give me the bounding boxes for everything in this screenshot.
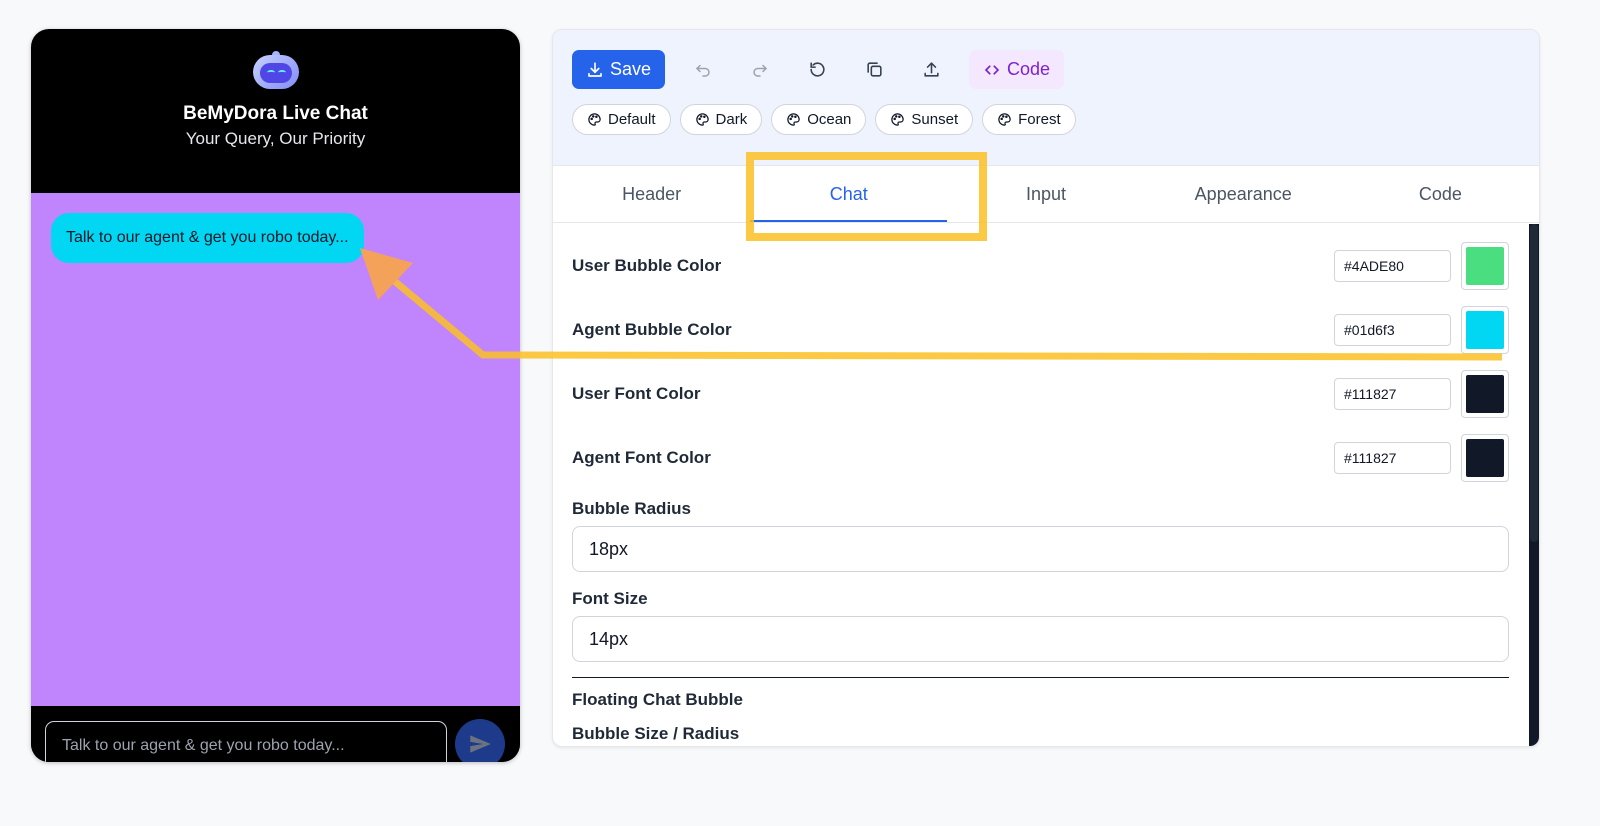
agent-font-color-picker[interactable]	[1461, 434, 1509, 482]
theme-forest-button[interactable]: Forest	[982, 104, 1076, 135]
agent-font-color-input[interactable]	[1334, 442, 1451, 474]
theme-label: Ocean	[807, 111, 852, 128]
theme-label: Sunset	[911, 111, 959, 128]
tab-code[interactable]: Code	[1342, 166, 1539, 222]
chat-subtitle: Your Query, Our Priority	[185, 129, 366, 148]
agent-bubble-color-input[interactable]	[1334, 314, 1451, 346]
robot-icon	[250, 51, 302, 91]
chat-footer	[31, 706, 520, 762]
palette-icon	[787, 113, 800, 126]
user-font-color-picker[interactable]	[1461, 370, 1509, 418]
chat-settings-form: User Bubble Color Agent Bubble Color Use…	[553, 224, 1539, 746]
save-button[interactable]: Save	[572, 50, 666, 89]
palette-icon	[998, 113, 1011, 126]
user-font-color-input[interactable]	[1334, 378, 1451, 410]
redo-icon	[753, 64, 768, 77]
user-bubble-color-row: User Bubble Color	[572, 242, 1509, 290]
settings-panel: Save Code Default Dark Ocean Sunset Fore…	[552, 29, 1540, 747]
settings-scrollbar[interactable]	[1529, 224, 1539, 746]
bubble-size-label: Bubble Size / Radius	[572, 724, 740, 743]
theme-presets: Default Dark Ocean Sunset Forest	[572, 104, 1076, 135]
agent-font-color-label: Agent Font Color	[572, 448, 711, 467]
agent-bubble-color-row: Agent Bubble Color	[572, 306, 1509, 354]
chat-preview-widget: BeMyDora Live Chat Your Query, Our Prior…	[31, 29, 520, 762]
undo-button[interactable]	[684, 51, 722, 89]
send-icon	[470, 735, 491, 753]
upload-icon	[923, 62, 939, 77]
tab-header[interactable]: Header	[553, 166, 750, 222]
font-size-label: Font Size	[572, 589, 648, 608]
redo-button[interactable]	[741, 51, 779, 89]
chat-message-input[interactable]	[45, 721, 447, 762]
reset-button[interactable]	[798, 51, 836, 89]
theme-dark-button[interactable]: Dark	[679, 104, 763, 135]
agent-message-bubble: Talk to our agent & get you robo today..…	[51, 213, 364, 263]
chat-header: BeMyDora Live Chat Your Query, Our Prior…	[31, 51, 520, 193]
download-icon	[588, 61, 602, 77]
tab-input[interactable]: Input	[947, 166, 1144, 222]
code-icon	[984, 64, 1000, 75]
copy-icon	[866, 62, 882, 77]
export-button[interactable]	[912, 51, 950, 89]
theme-default-button[interactable]: Default	[572, 104, 671, 135]
user-font-color-row: User Font Color	[572, 370, 1509, 418]
theme-label: Forest	[1018, 111, 1061, 128]
section-divider	[572, 677, 1509, 678]
agent-bubble-color-label: Agent Bubble Color	[572, 320, 732, 339]
palette-icon	[695, 113, 709, 126]
theme-ocean-button[interactable]: Ocean	[771, 104, 867, 135]
bubble-radius-input[interactable]	[572, 526, 1509, 572]
chat-title: BeMyDora Live Chat	[183, 103, 368, 124]
code-button[interactable]: Code	[969, 50, 1065, 89]
code-button-label: Code	[1007, 59, 1051, 79]
user-bubble-color-input[interactable]	[1334, 250, 1451, 282]
theme-label: Default	[608, 111, 656, 128]
save-button-label: Save	[610, 59, 652, 79]
palette-icon	[588, 113, 601, 126]
send-button[interactable]	[455, 719, 505, 762]
palette-icon	[891, 113, 905, 126]
bubble-radius-label: Bubble Radius	[572, 499, 692, 518]
agent-bubble-color-picker[interactable]	[1461, 306, 1509, 354]
theme-label: Dark	[715, 111, 748, 128]
floating-bubble-section-title: Floating Chat Bubble	[572, 690, 743, 709]
theme-sunset-button[interactable]: Sunset	[875, 104, 974, 135]
user-bubble-color-label: User Bubble Color	[572, 256, 722, 275]
agent-font-color-row: Agent Font Color	[572, 434, 1509, 482]
settings-tabs: Header Chat Input Appearance Code	[553, 166, 1539, 223]
tab-chat[interactable]: Chat	[750, 166, 948, 222]
copy-button[interactable]	[855, 51, 893, 89]
font-size-input[interactable]	[572, 616, 1509, 662]
toolbar: Save Code Default Dark Ocean Sunset Fore…	[553, 30, 1539, 166]
user-bubble-color-picker[interactable]	[1461, 242, 1509, 290]
chat-messages: Talk to our agent & get you robo today..…	[31, 193, 520, 706]
undo-icon	[695, 64, 710, 77]
reset-icon	[809, 62, 825, 77]
tab-appearance[interactable]: Appearance	[1145, 166, 1342, 222]
user-font-color-label: User Font Color	[572, 384, 701, 403]
